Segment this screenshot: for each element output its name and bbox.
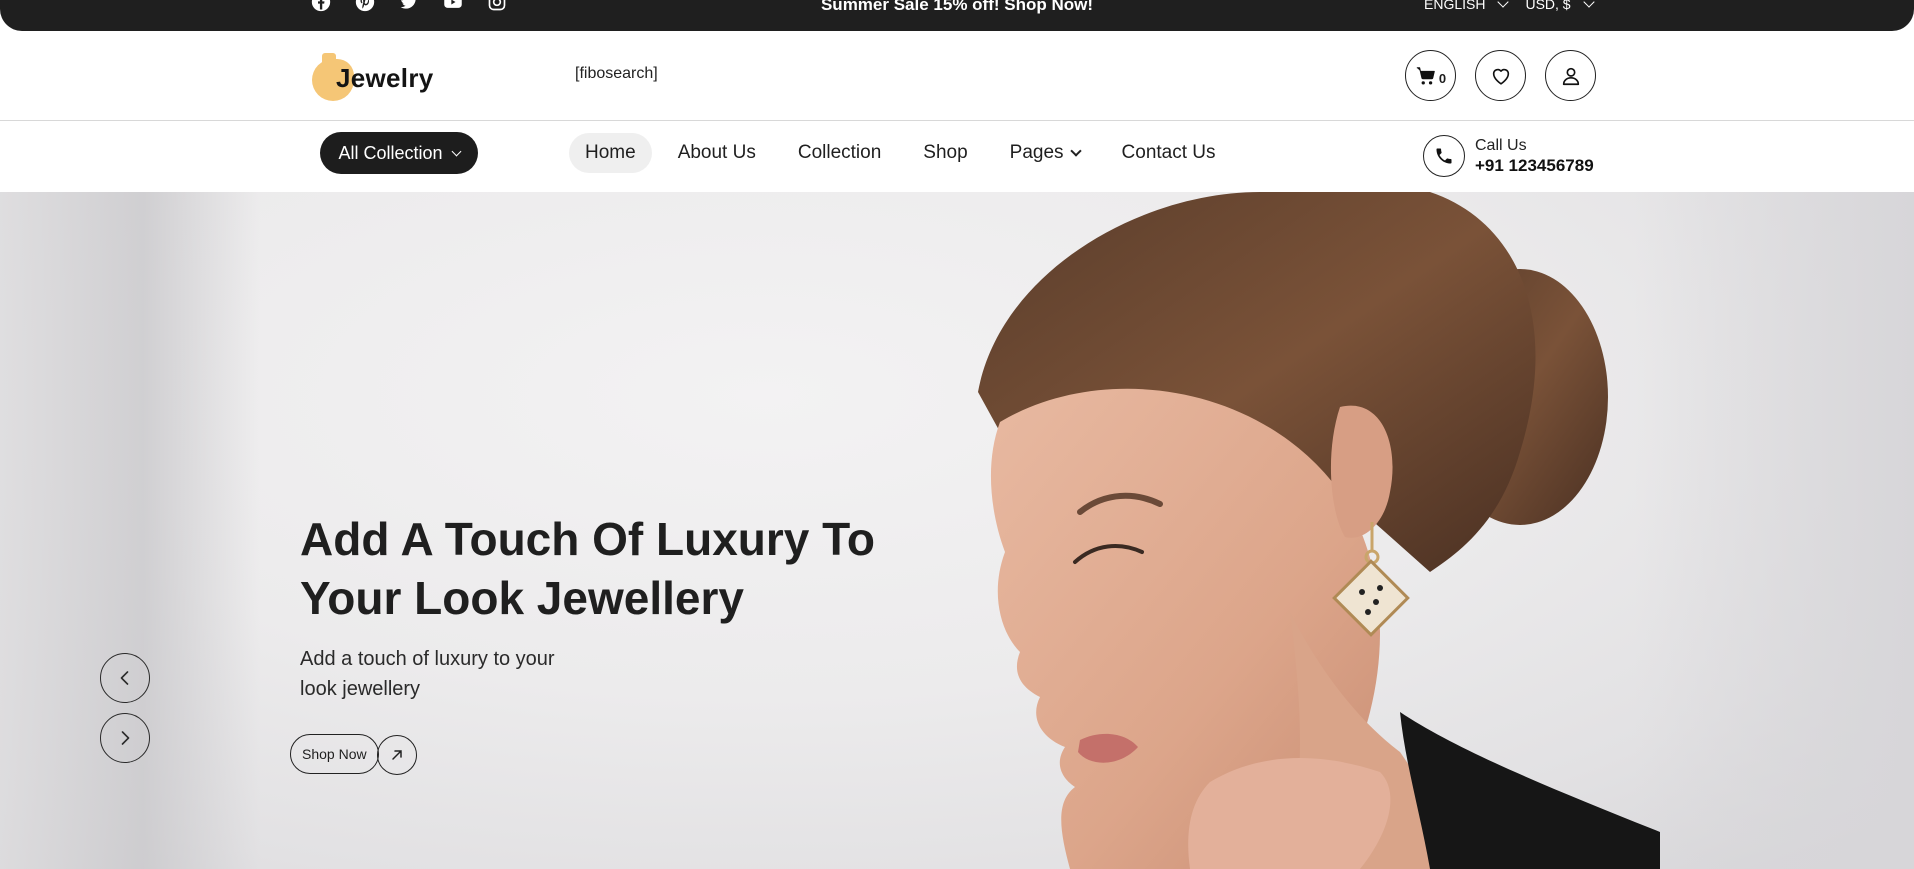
hero-title: Add A Touch Of Luxury To Your Look Jewel… [300,510,920,628]
nav-item-home[interactable]: Home [569,133,652,173]
language-label: ENGLISH [1424,0,1486,12]
nav-item-shop[interactable]: Shop [907,133,983,173]
cart-icon [1416,66,1435,85]
logo-text: Jewelry [336,63,434,93]
call-us-number: +91 123456789 [1475,156,1594,175]
search-placeholder[interactable]: [fibosearch] [575,65,658,83]
promo-banner-text[interactable]: Summer Sale 15% off! Shop Now! [0,0,1914,15]
nav-item-pages[interactable]: Pages [994,133,1096,173]
call-us-block[interactable]: Call Us +91 123456789 [1423,135,1594,177]
chevron-down-icon [1069,144,1082,157]
slider-prev-button[interactable] [100,653,150,703]
nav-item-label: About Us [677,142,756,163]
nav-item-label: Pages [1009,142,1064,163]
chevron-right-icon [121,731,130,745]
top-bar: Summer Sale 15% off! Shop Now! ENGLISH U… [0,0,1914,31]
chevron-down-icon [1497,0,1510,8]
hero-subtitle-line-2: look jewellery [300,678,421,700]
language-select[interactable]: ENGLISH [1424,0,1510,12]
heart-icon [1492,68,1509,85]
hero-title-line-1: Add A Touch Of Luxury To [300,513,875,565]
shop-now-button[interactable]: Shop Now [290,734,379,774]
nav-item-label: Collection [797,142,882,163]
site-logo[interactable]: Jewelry [312,53,452,101]
hero-shade-left [0,192,260,869]
wishlist-button[interactable] [1475,50,1526,101]
nav-item-collection[interactable]: Collection [782,133,897,173]
cart-button[interactable]: 0 [1405,50,1456,101]
account-button[interactable] [1545,50,1596,101]
chevron-down-icon [451,146,461,156]
call-us-label: Call Us [1475,137,1527,154]
hero-subtitle: Add a touch of luxury to your look jewel… [300,644,600,704]
all-collection-label: All Collection [338,142,443,163]
nav-item-contact-us[interactable]: Contact Us [1106,133,1232,173]
nav-item-label: Shop [923,142,968,163]
all-collection-button[interactable]: All Collection [320,132,478,174]
user-icon [1562,67,1579,85]
hero-title-line-2: Your Look Jewellery [300,572,744,624]
main-navigation: All Collection Home About Us Collection … [0,122,1914,192]
hero-shade-right [1634,192,1914,869]
chevron-down-icon [1582,0,1595,8]
currency-select[interactable]: USD, $ [1525,0,1595,12]
call-us-text: Call Us +91 123456789 [1475,136,1594,176]
hero-slider: Add A Touch Of Luxury To Your Look Jewel… [0,192,1914,869]
nav-item-about-us[interactable]: About Us [662,133,772,173]
hero-model-image [978,192,1660,869]
chevron-left-icon [120,671,129,685]
hero-subtitle-line-1: Add a touch of luxury to your [300,648,555,670]
slider-next-button[interactable] [100,713,150,763]
nav-menu: Home About Us Collection Shop Pages Cont… [569,133,1242,173]
cart-count-badge: 0 [1438,71,1447,86]
nav-item-label: Contact Us [1121,142,1216,163]
phone-icon [1423,135,1465,177]
site-header: Jewelry [fibosearch] 0 [0,31,1914,121]
locale-switcher: ENGLISH USD, $ [1424,0,1595,12]
header-actions: 0 [1405,50,1596,101]
arrow-up-right-icon[interactable] [377,735,417,775]
nav-item-label: Home [585,142,636,163]
currency-label: USD, $ [1525,0,1571,12]
